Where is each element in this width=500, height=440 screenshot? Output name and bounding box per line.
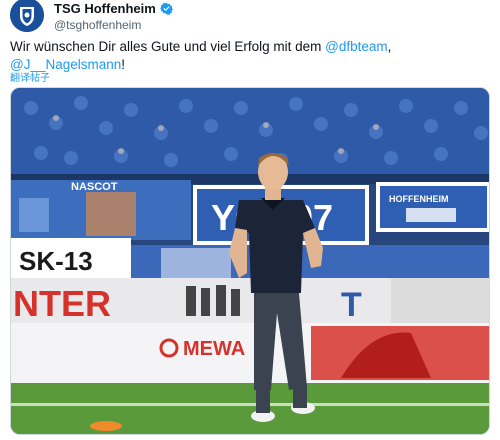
tweet-text-part1: Wir wünschen Dir alles Gute und viel Erf… [10,39,326,54]
tweet-photo[interactable]: NASCOT YO 107 HOFFENHEIM SK-13 NTER T [10,87,490,435]
display-name[interactable]: TSG Hoffenheim [54,1,156,16]
club-crest-icon [10,0,44,32]
ad-right-text: T [341,286,362,324]
tweet-text-part2: , [387,39,392,54]
tweet-text-part3: ! [121,57,126,72]
pitch [11,383,489,434]
avatar[interactable] [10,0,44,32]
ad-left-text: NTER [13,283,111,324]
verified-badge-icon [159,2,173,15]
banner-right-text: HOFFENHEIM [389,194,449,204]
account-handle[interactable]: @tsghoffenheim [54,18,173,32]
ad-mewa-text: MEWA [183,338,245,360]
stadium-photo: NASCOT YO 107 HOFFENHEIM SK-13 NTER T [11,88,489,434]
translate-post-link[interactable]: 翻译帖子 [10,69,50,84]
account-names: TSG Hoffenheim @tsghoffenheim [54,0,173,32]
tweet-card: TSG Hoffenheim @tsghoffenheim Wir wünsch… [0,0,500,440]
sign-sk-text: SK-13 [19,246,93,276]
training-cone [90,421,122,431]
banner-left-text: NASCOT [71,181,118,193]
tweet-text: Wir wünschen Dir alles Gute und viel Erf… [10,38,480,74]
mention-dfbteam[interactable]: @dfbteam [325,39,387,54]
